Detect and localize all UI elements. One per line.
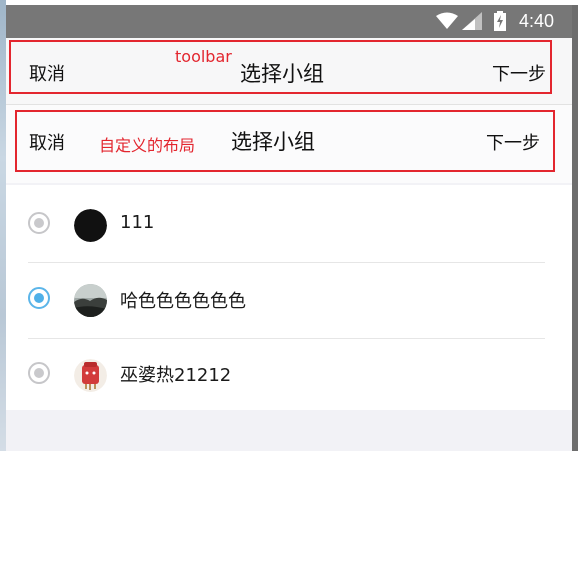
- group-list: 111 哈色色色色色色 巫婆热21212: [6, 185, 572, 410]
- custom-layout-annotation-label: 自定义的布局: [99, 136, 196, 155]
- black-circle-avatar: [74, 209, 107, 242]
- group-name: 111: [120, 212, 155, 233]
- signal-icon: [462, 12, 482, 34]
- status-bar: 4:40: [6, 5, 572, 38]
- background-edge-right: [572, 5, 578, 451]
- radio-button-selected[interactable]: [28, 287, 50, 309]
- battery-charging-icon: [494, 11, 506, 35]
- group-name: 哈色色色色色色: [120, 291, 246, 312]
- status-time: 4:40: [518, 11, 554, 31]
- landscape-avatar: [74, 284, 107, 317]
- radio-button[interactable]: [28, 362, 50, 384]
- list-item[interactable]: 巫婆热21212: [6, 339, 572, 414]
- wifi-icon: [436, 12, 458, 34]
- list-item[interactable]: 哈色色色色色色: [6, 263, 572, 338]
- toolbar-annotation-box: [9, 40, 552, 94]
- empty-area: [6, 410, 572, 451]
- list-item[interactable]: 111: [6, 185, 572, 260]
- custom-layout-annotation-box: [15, 110, 555, 172]
- group-name: 巫婆热21212: [120, 365, 232, 386]
- radio-button[interactable]: [28, 212, 50, 234]
- toolbar-annotation-label: toolbar: [175, 47, 232, 66]
- red-character-avatar: [74, 359, 107, 392]
